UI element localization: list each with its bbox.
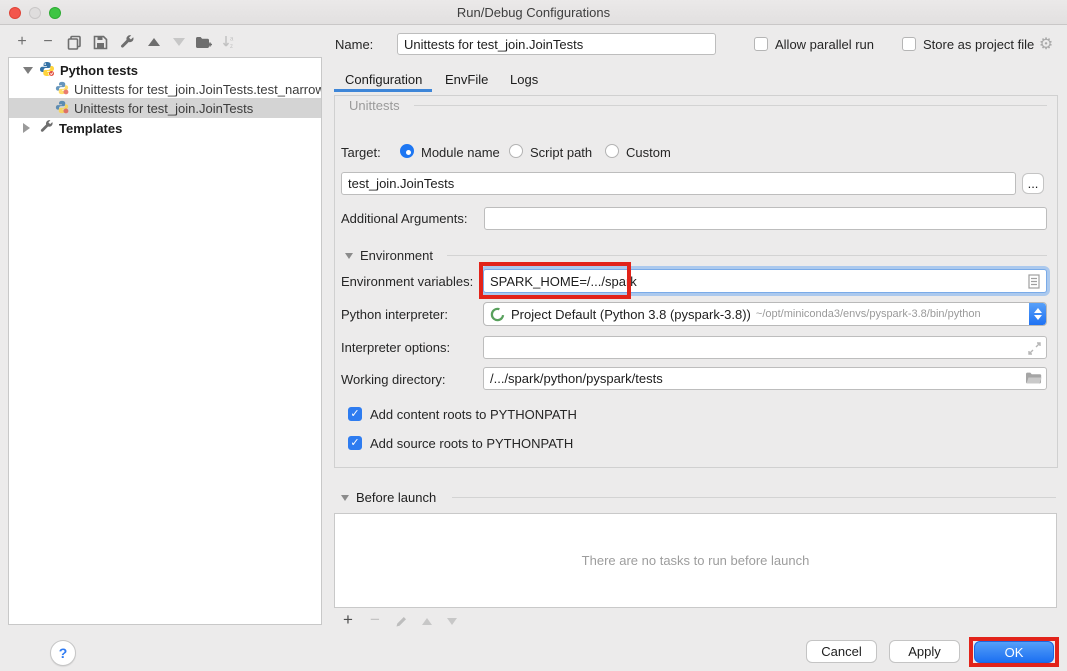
add-content-roots-checkbox[interactable]: ✓ — [348, 407, 362, 421]
store-as-project-file-label: Store as project file — [923, 37, 1034, 52]
additional-arguments-label: Additional Arguments: — [341, 211, 467, 226]
before-launch-rule — [452, 497, 1056, 498]
python-interpreter-label: Python interpreter: — [341, 307, 448, 322]
working-directory-label: Working directory: — [341, 372, 446, 387]
move-task-down-icon — [443, 612, 461, 630]
environment-variables-label: Environment variables: — [341, 274, 473, 289]
apply-button[interactable]: Apply — [889, 640, 960, 663]
add-icon[interactable]: + — [12, 32, 32, 52]
tab-logs[interactable]: Logs — [510, 72, 538, 87]
add-source-roots-label: Add source roots to PYTHONPATH — [370, 436, 573, 451]
tree-item-templates[interactable]: Templates — [9, 118, 321, 138]
target-script-path-radio[interactable] — [509, 144, 523, 158]
additional-arguments-input[interactable] — [484, 207, 1047, 230]
before-launch-title: Before launch — [356, 490, 436, 505]
ok-button[interactable]: OK — [974, 641, 1054, 663]
tree-item-unittests-selected[interactable]: Unittests for test_join.JoinTests — [9, 98, 321, 118]
edit-environment-variables-icon[interactable] — [1026, 273, 1042, 289]
target-script-path-label[interactable]: Script path — [530, 145, 592, 160]
unittests-group-title: Unittests — [349, 98, 400, 113]
move-up-icon[interactable] — [144, 32, 164, 52]
tree-item-label: Templates — [59, 121, 122, 136]
allow-parallel-run-label: Allow parallel run — [775, 37, 874, 52]
remove-task-icon: − — [366, 611, 384, 629]
python-tests-icon — [39, 61, 55, 80]
copy-icon[interactable] — [64, 32, 84, 52]
before-launch-task-list: There are no tasks to run before launch — [334, 513, 1057, 608]
target-custom-radio[interactable] — [605, 144, 619, 158]
interpreter-options-label: Interpreter options: — [341, 340, 450, 355]
conda-environment-icon — [490, 307, 505, 322]
title-bar: Run/Debug Configurations — [0, 0, 1067, 25]
working-directory-input[interactable] — [483, 367, 1047, 390]
unittests-group-rule — [414, 105, 1047, 106]
svg-text:a: a — [230, 37, 234, 43]
svg-text:z: z — [230, 44, 233, 50]
python-interpreter-value: Project Default (Python 3.8 (pyspark-3.8… — [511, 307, 751, 322]
chevron-down-icon — [345, 253, 353, 259]
interpreter-stepper-icon[interactable] — [1029, 303, 1046, 325]
templates-wrench-icon — [39, 119, 54, 137]
remove-icon[interactable]: − — [38, 32, 58, 52]
python-interpreter-path: ~/opt/miniconda3/envs/pyspark-3.8/bin/py… — [756, 308, 981, 320]
python-interpreter-select[interactable]: Project Default (Python 3.8 (pyspark-3.8… — [483, 302, 1047, 326]
environment-section-rule — [447, 255, 1047, 256]
new-folder-icon[interactable] — [193, 32, 213, 52]
edit-task-pencil-icon — [392, 612, 410, 630]
allow-parallel-run-checkbox[interactable] — [754, 37, 768, 51]
name-label: Name: — [335, 37, 373, 52]
help-button[interactable]: ? — [50, 640, 76, 666]
environment-section-header[interactable]: Environment — [345, 248, 433, 263]
target-module-name-label[interactable]: Module name — [421, 145, 500, 160]
before-launch-empty-text: There are no tasks to run before launch — [335, 514, 1056, 607]
interpreter-options-input[interactable] — [483, 336, 1047, 359]
target-module-name-radio[interactable] — [400, 144, 414, 158]
name-input[interactable] — [397, 33, 716, 55]
target-label: Target: — [341, 145, 381, 160]
browse-module-button[interactable]: ... — [1022, 173, 1044, 194]
configurations-tree: Python tests Unittests for test_join.Joi… — [8, 57, 322, 625]
move-down-icon — [169, 32, 189, 52]
add-source-roots-checkbox[interactable]: ✓ — [348, 436, 362, 450]
move-task-up-icon — [418, 612, 436, 630]
save-icon[interactable] — [90, 32, 110, 52]
environment-variables-input[interactable] — [483, 269, 1047, 293]
expand-field-icon[interactable] — [1026, 340, 1042, 356]
python-test-icon — [55, 81, 69, 98]
chevron-right-icon[interactable] — [23, 123, 30, 133]
tree-item-label: Python tests — [60, 63, 138, 78]
active-tab-underline — [334, 89, 432, 92]
tree-item-python-tests[interactable]: Python tests — [9, 60, 321, 80]
before-launch-section-header[interactable]: Before launch — [341, 490, 436, 505]
tree-item-label: Unittests for test_join.JoinTests — [74, 101, 253, 116]
window-title: Run/Debug Configurations — [0, 5, 1067, 20]
python-test-icon — [55, 100, 69, 117]
browse-folder-icon[interactable] — [1024, 370, 1042, 386]
tab-envfile[interactable]: EnvFile — [445, 72, 488, 87]
tree-item-unittests-narrow[interactable]: Unittests for test_join.JoinTests.test_n… — [9, 79, 321, 99]
edit-templates-wrench-icon[interactable] — [117, 32, 137, 52]
settings-gear-icon[interactable]: ⚙ — [1037, 35, 1055, 53]
cancel-button[interactable]: Cancel — [806, 640, 877, 663]
add-content-roots-label: Add content roots to PYTHONPATH — [370, 407, 577, 422]
store-as-project-file-checkbox[interactable] — [902, 37, 916, 51]
chevron-down-icon — [341, 495, 349, 501]
target-module-input[interactable] — [341, 172, 1016, 195]
environment-section-title: Environment — [360, 248, 433, 263]
tab-configuration[interactable]: Configuration — [345, 72, 422, 87]
target-custom-label[interactable]: Custom — [626, 145, 671, 160]
chevron-down-icon[interactable] — [23, 67, 33, 74]
sort-alphabetically-icon: az — [219, 32, 239, 52]
add-task-icon[interactable]: + — [339, 611, 357, 629]
tree-item-label: Unittests for test_join.JoinTests.test_n… — [74, 82, 321, 97]
